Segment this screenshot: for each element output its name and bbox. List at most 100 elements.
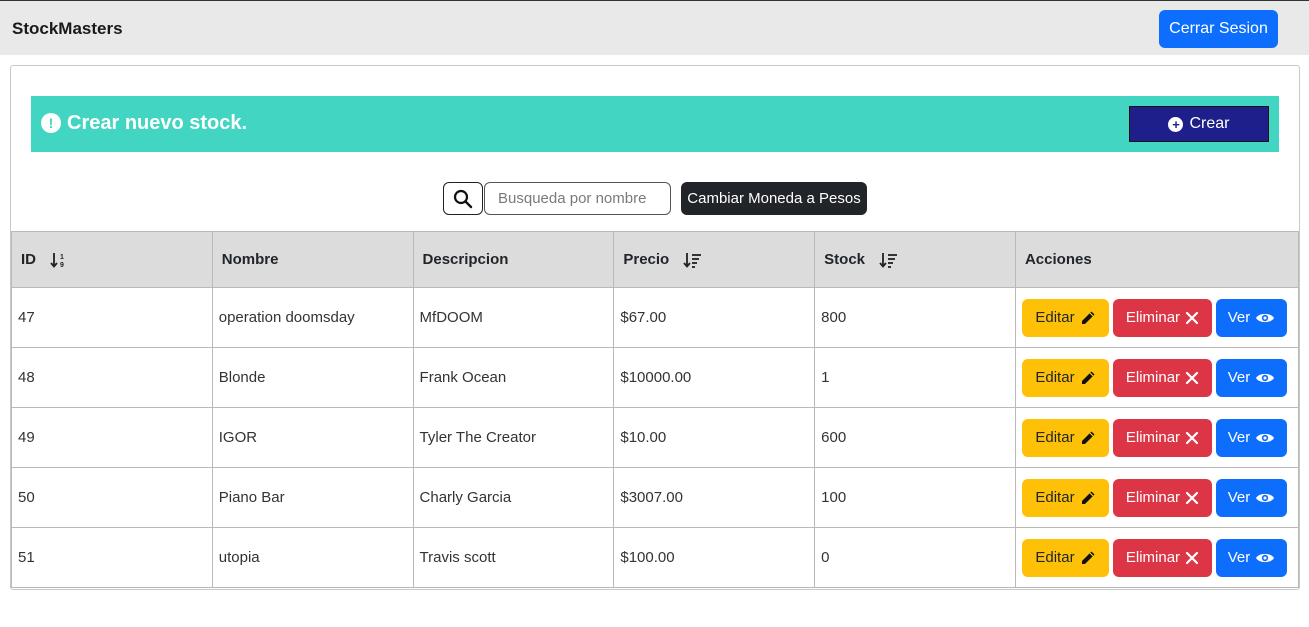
row-actions: Editar Eliminar Ver	[1021, 538, 1292, 577]
eye-icon	[1256, 373, 1275, 382]
edit-button[interactable]: Editar	[1021, 538, 1109, 577]
cell-stock: 800	[814, 287, 1016, 348]
cell-stock: 100	[814, 467, 1016, 528]
row-actions: Editar Eliminar Ver	[1021, 418, 1292, 457]
delete-button[interactable]: Eliminar	[1112, 418, 1212, 457]
edit-button[interactable]: Editar	[1021, 358, 1109, 397]
delete-button-label: Eliminar	[1125, 489, 1181, 506]
delete-button-label: Eliminar	[1125, 429, 1181, 446]
view-button[interactable]: Ver	[1215, 358, 1287, 397]
cell-descripcion: MfDOOM	[412, 287, 615, 348]
delete-button[interactable]: Eliminar	[1112, 538, 1212, 577]
eye-icon	[1256, 313, 1275, 322]
table-row: 51 utopia Travis scott $100.00 0 Editar Elimin…	[11, 527, 1300, 588]
x-icon	[1185, 371, 1199, 384]
sort-desc-icon[interactable]	[683, 252, 703, 268]
cell-descripcion: Travis scott	[412, 527, 615, 588]
create-button[interactable]: + Crear	[1129, 106, 1269, 142]
view-button-label: Ver	[1227, 489, 1251, 506]
edit-button[interactable]: Editar	[1021, 298, 1109, 337]
table-row: 50 Piano Bar Charly Garcia $3007.00 100 Edita…	[11, 467, 1300, 528]
delete-button-label: Eliminar	[1125, 549, 1181, 566]
cell-id: 47	[11, 287, 213, 348]
x-icon	[1185, 551, 1199, 564]
header-stock[interactable]: Stock	[814, 231, 1016, 288]
cell-id: 50	[11, 467, 213, 528]
cell-acciones: Editar Eliminar Ver	[1014, 527, 1300, 588]
header-precio[interactable]: Precio	[613, 231, 816, 288]
x-icon	[1185, 491, 1199, 504]
x-icon	[1185, 311, 1199, 324]
delete-button[interactable]: Eliminar	[1112, 358, 1212, 397]
cell-acciones: Editar Eliminar Ver	[1014, 467, 1300, 528]
sort-numeric-icon[interactable]: 1 9	[50, 252, 70, 268]
x-icon	[1185, 431, 1199, 444]
view-button[interactable]: Ver	[1215, 478, 1287, 517]
view-button[interactable]: Ver	[1215, 418, 1287, 457]
search-input[interactable]	[484, 182, 671, 215]
cell-id: 48	[11, 347, 213, 408]
cell-descripcion: Tyler The Creator	[412, 407, 615, 468]
navbar: StockMasters Cerrar Sesion	[0, 0, 1309, 55]
cell-nombre: utopia	[211, 527, 414, 588]
view-button-label: Ver	[1227, 549, 1251, 566]
stock-table: ID 1 9 Nombre Descripcion Precio Stock A…	[11, 231, 1300, 588]
cell-id: 49	[11, 407, 213, 468]
cell-stock: 600	[814, 407, 1016, 468]
header-id[interactable]: ID 1 9	[11, 231, 213, 288]
cell-nombre: operation doomsday	[211, 287, 414, 348]
eye-icon	[1256, 553, 1275, 562]
view-button[interactable]: Ver	[1215, 538, 1287, 577]
logout-button[interactable]: Cerrar Sesion	[1159, 10, 1278, 48]
pencil-icon	[1081, 311, 1095, 324]
row-actions: Editar Eliminar Ver	[1021, 358, 1292, 397]
header-descripcion: Descripcion	[412, 231, 615, 288]
header-stock-label: Stock	[824, 251, 866, 268]
sort-desc-icon[interactable]	[879, 252, 899, 268]
svg-text:1: 1	[60, 254, 64, 261]
edit-button-label: Editar	[1035, 489, 1075, 506]
edit-button-label: Editar	[1035, 309, 1075, 326]
cell-precio: $100.00	[613, 527, 816, 588]
create-stock-banner: ! Crear nuevo stock. + Crear	[31, 96, 1279, 152]
cell-precio: $10.00	[613, 407, 816, 468]
edit-button[interactable]: Editar	[1021, 478, 1109, 517]
row-actions: Editar Eliminar Ver	[1021, 298, 1292, 337]
delete-button[interactable]: Eliminar	[1112, 298, 1212, 337]
plus-circle-icon: +	[1168, 116, 1184, 132]
brand-title[interactable]: StockMasters	[12, 19, 123, 39]
cell-nombre: Piano Bar	[211, 467, 414, 528]
cell-id: 51	[11, 527, 213, 588]
pencil-icon	[1081, 491, 1095, 504]
search-icon	[453, 189, 473, 208]
cell-stock: 0	[814, 527, 1016, 588]
cell-acciones: Editar Eliminar Ver	[1014, 347, 1300, 408]
cell-acciones: Editar Eliminar Ver	[1014, 287, 1300, 348]
search-button[interactable]	[443, 182, 483, 215]
edit-button[interactable]: Editar	[1021, 418, 1109, 457]
table-row: 47 operation doomsday MfDOOM $67.00 800 Edita…	[11, 287, 1300, 348]
view-button-label: Ver	[1227, 309, 1251, 326]
cell-nombre: Blonde	[211, 347, 414, 408]
cell-precio: $10000.00	[613, 347, 816, 408]
cell-acciones: Editar Eliminar Ver	[1014, 407, 1300, 468]
row-actions: Editar Eliminar Ver	[1021, 478, 1292, 517]
exclamation-circle-icon: !	[41, 113, 61, 133]
edit-button-label: Editar	[1035, 549, 1075, 566]
view-button[interactable]: Ver	[1215, 298, 1287, 337]
delete-button[interactable]: Eliminar	[1112, 478, 1212, 517]
eye-icon	[1256, 493, 1275, 502]
banner-title: Crear nuevo stock.	[67, 112, 248, 134]
cell-descripcion: Frank Ocean	[412, 347, 615, 408]
delete-button-label: Eliminar	[1125, 309, 1181, 326]
change-currency-button[interactable]: Cambiar Moneda a Pesos	[681, 182, 867, 215]
table-row: 49 IGOR Tyler The Creator $10.00 600 Editar El…	[11, 407, 1300, 468]
create-button-label: Crear	[1189, 115, 1230, 132]
svg-text:9: 9	[60, 262, 64, 268]
header-nombre: Nombre	[211, 231, 414, 288]
view-button-label: Ver	[1227, 429, 1251, 446]
delete-button-label: Eliminar	[1125, 369, 1181, 386]
cell-nombre: IGOR	[211, 407, 414, 468]
header-precio-label: Precio	[623, 251, 670, 268]
pencil-icon	[1081, 431, 1095, 444]
